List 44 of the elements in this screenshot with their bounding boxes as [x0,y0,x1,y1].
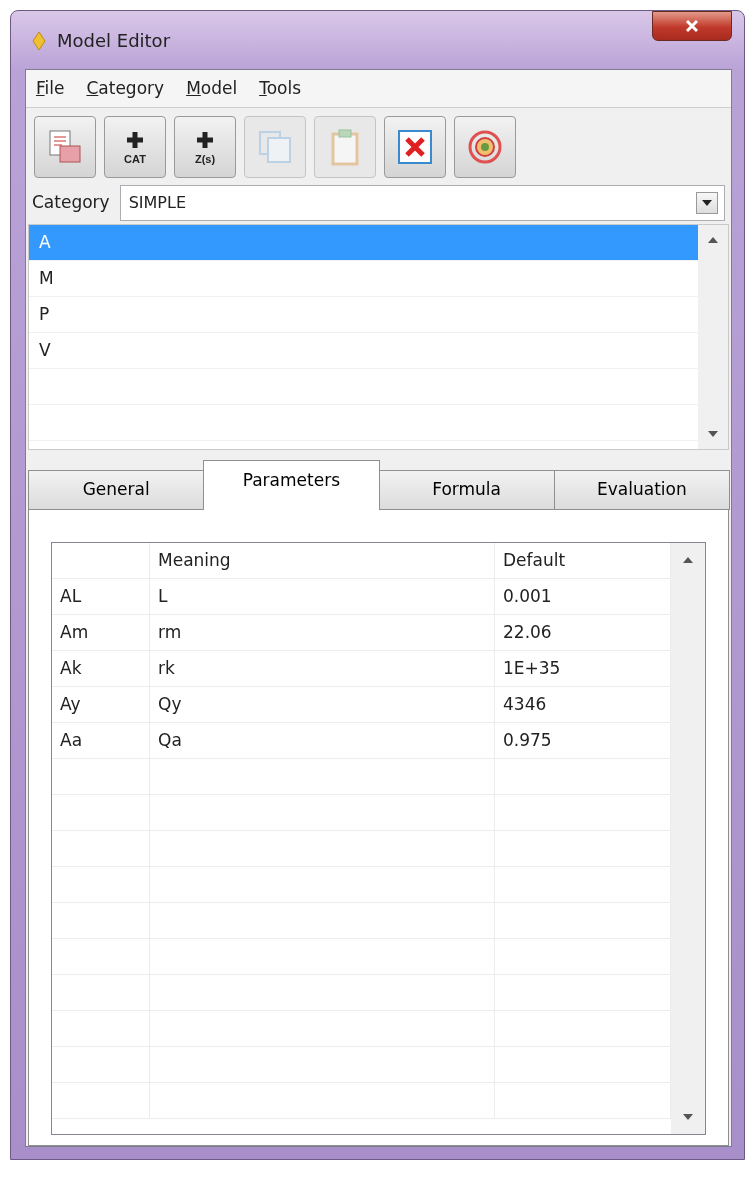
dropdown-arrow-icon [702,200,712,206]
table-cell: rk [150,651,495,686]
category-dropdown[interactable]: SIMPLE [119,185,725,221]
scroll-up-icon [708,237,718,243]
table-cell: Qy [150,687,495,722]
tab[interactable]: Parameters [203,460,380,510]
column-header: Meaning [150,543,495,578]
table-cell: L [150,579,495,614]
scroll-down-icon [683,1114,693,1120]
tab[interactable]: Evaluation [553,470,730,510]
delete-icon [396,128,434,166]
scrollbar[interactable] [698,225,728,449]
window-title: Model Editor [57,28,171,53]
scroll-up-icon [683,557,693,563]
table-cell: AL [52,579,150,614]
toolbar-button[interactable]: CAT [104,116,166,178]
table-cell: Ak [52,651,150,686]
menu-item[interactable]: Model [186,75,238,102]
category-label: Category [32,191,110,215]
table-cell: Am [52,615,150,650]
list-item[interactable]: V [29,333,698,369]
table-cell: Ay [52,687,150,722]
toolbar-button[interactable] [34,116,96,178]
menu-item[interactable]: Tools [259,75,302,102]
menu-item[interactable]: Category [86,75,165,102]
document-icon [46,128,84,166]
list-item[interactable]: M [29,261,698,297]
table-cell: rm [150,615,495,650]
toolbar-button[interactable] [454,116,516,178]
toolbar-button[interactable]: Z(s) [174,116,236,178]
tab[interactable]: Formula [378,470,555,510]
table-cell: Aa [52,723,150,758]
close-button[interactable] [652,11,732,41]
table-cell: Qa [150,723,495,758]
app-icon [31,30,47,51]
scroll-down-icon [708,431,718,437]
list-item[interactable]: P [29,297,698,333]
toolbar-button[interactable] [384,116,446,178]
menu-item[interactable]: File [36,75,65,102]
copy-icon [256,128,294,166]
close-icon [684,18,700,34]
tab[interactable]: General [28,470,205,510]
target-icon [466,128,504,166]
scrollbar[interactable] [671,543,705,1134]
